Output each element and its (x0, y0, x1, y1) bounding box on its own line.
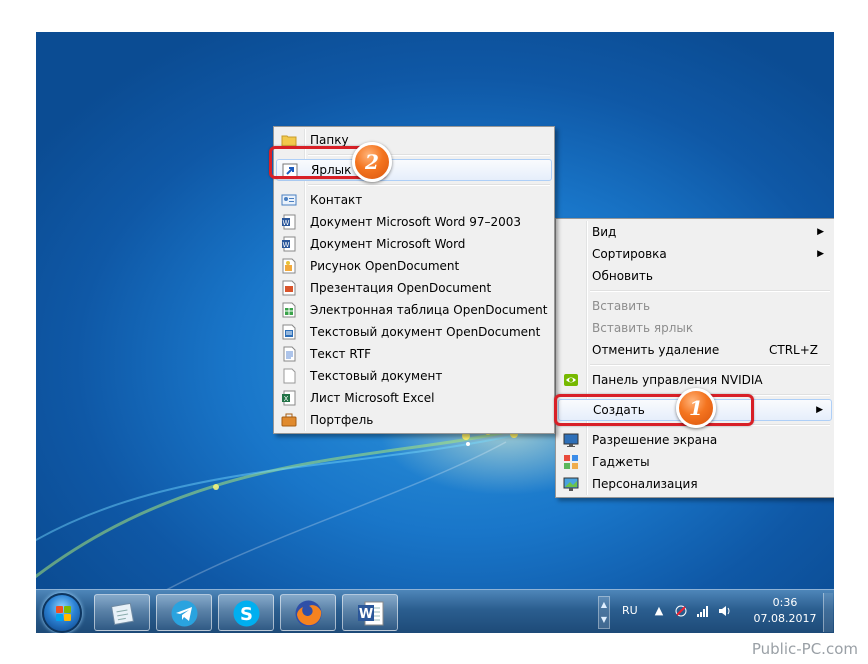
word-docx-icon: W (282, 236, 296, 252)
notes-icon (110, 602, 134, 626)
menu-item-label: Вид (592, 225, 617, 239)
submenu-item-excel[interactable]: X Лист Microsoft Excel (276, 387, 552, 409)
skype-icon: S (233, 600, 260, 627)
start-button[interactable] (42, 593, 82, 633)
taskbar-notes[interactable] (94, 594, 150, 631)
step-badge-2: 2 (352, 142, 392, 182)
briefcase-icon (281, 413, 297, 427)
tray-scroll-up-icon[interactable]: ▲ ▼ (598, 596, 610, 629)
network-icon[interactable] (674, 604, 688, 618)
show-desktop-button[interactable] (823, 593, 833, 632)
clock-time: 0:36 (772, 596, 798, 609)
submenu-item-briefcase[interactable]: Портфель (276, 409, 552, 431)
menu-separator (558, 361, 832, 369)
submenu-item-rtf[interactable]: Текст RTF (276, 343, 552, 365)
word-icon: W (358, 601, 384, 626)
menu-item-label: Папку (310, 133, 349, 147)
submenu-item-word97[interactable]: W Документ Microsoft Word 97–2003 (276, 211, 552, 233)
personalize-icon (563, 477, 579, 491)
taskbar: S W ▲ ▼ RU ▲ 0:36 07.08.2017 (36, 589, 834, 633)
desktop[interactable]: Вид ▶ Сортировка ▶ Обновить Вставить Встав… (36, 32, 834, 633)
menu-item-screen-resolution[interactable]: Разрешение экрана (558, 429, 832, 451)
menu-item-view[interactable]: Вид ▶ (558, 221, 832, 243)
menu-item-label: Документ Microsoft Word 97–2003 (310, 215, 522, 229)
taskbar-word[interactable]: W (342, 594, 398, 631)
submenu-item-word[interactable]: W Документ Microsoft Word (276, 233, 552, 255)
odp-icon (282, 280, 296, 296)
menu-item-label: Текстовый документ OpenDocument (310, 325, 541, 339)
rtf-icon (283, 346, 296, 362)
menu-item-label: Гаджеты (592, 455, 650, 469)
menu-separator (276, 181, 552, 189)
menu-item-label: Контакт (310, 193, 363, 207)
menu-item-label: Документ Microsoft Word (310, 237, 466, 251)
menu-item-paste-shortcut[interactable]: Вставить ярлык (558, 317, 832, 339)
svg-text:W: W (283, 219, 290, 227)
menu-item-label: Сортировка (592, 247, 667, 261)
menu-item-gadgets[interactable]: Гаджеты (558, 451, 832, 473)
nvidia-icon (564, 374, 578, 386)
submenu-item-odt[interactable]: Текстовый документ OpenDocument (276, 321, 552, 343)
submenu-arrow-icon: ▶ (817, 249, 824, 259)
language-indicator[interactable]: RU (622, 604, 638, 617)
firefox-icon (295, 600, 322, 627)
shortcut-text: CTRL+Z (768, 343, 818, 357)
svg-text:W: W (283, 241, 290, 249)
menu-item-label: Персонализация (592, 477, 698, 491)
menu-item-label: Текст RTF (310, 347, 372, 361)
excel-icon: X (282, 390, 296, 406)
volume-icon[interactable] (718, 604, 732, 618)
menu-item-label: Лист Microsoft Excel (310, 391, 435, 405)
taskbar-clock[interactable]: 0:36 07.08.2017 (748, 595, 822, 627)
submenu-item-ods[interactable]: Электронная таблица OpenDocument (276, 299, 552, 321)
menu-separator (558, 287, 832, 295)
menu-item-label: Отменить удаление (592, 343, 720, 357)
clock-date: 07.08.2017 (753, 612, 817, 625)
telegram-icon (171, 600, 198, 627)
menu-item-label: Вставить (592, 299, 651, 313)
windows-logo-icon (56, 606, 72, 622)
watermark-text: Public-PC.com (751, 640, 858, 658)
submenu-arrow-icon: ▶ (817, 227, 824, 237)
menu-item-label: Презентация OpenDocument (310, 281, 492, 295)
odg-icon (282, 258, 296, 274)
taskbar-firefox[interactable] (280, 594, 336, 631)
menu-item-label: Панель управления NVIDIA (592, 373, 763, 387)
show-hidden-icons-icon[interactable]: ▲ (652, 604, 666, 618)
step-badge-1: 1 (676, 388, 716, 428)
odt-icon (282, 324, 296, 340)
menu-item-label: Портфель (310, 413, 374, 427)
menu-item-label: Текстовый документ (310, 369, 443, 383)
ods-icon (282, 302, 296, 318)
taskbar-skype[interactable]: S (218, 594, 274, 631)
menu-item-label: Разрешение экрана (592, 433, 718, 447)
svg-text:X: X (284, 395, 289, 403)
menu-item-undo-delete[interactable]: Отменить удаление CTRL+Z (558, 339, 832, 361)
menu-item-refresh[interactable]: Обновить (558, 265, 832, 287)
display-icon (563, 433, 579, 447)
highlight-frame-create (554, 394, 754, 426)
submenu-item-txt[interactable]: Текстовый документ (276, 365, 552, 387)
menu-item-label: Рисунок OpenDocument (310, 259, 460, 273)
menu-item-paste[interactable]: Вставить (558, 295, 832, 317)
gadgets-icon (564, 455, 578, 469)
menu-item-label: Электронная таблица OpenDocument (310, 303, 548, 317)
menu-item-label: Вставить ярлык (592, 321, 694, 335)
menu-item-sort[interactable]: Сортировка ▶ (558, 243, 832, 265)
submenu-item-odg[interactable]: Рисунок OpenDocument (276, 255, 552, 277)
signal-strength-icon[interactable] (696, 604, 710, 618)
taskbar-telegram[interactable] (156, 594, 212, 631)
submenu-item-contact[interactable]: Контакт (276, 189, 552, 211)
submenu-item-odp[interactable]: Презентация OpenDocument (276, 277, 552, 299)
contact-icon (281, 194, 297, 206)
desktop-context-menu: Вид ▶ Сортировка ▶ Обновить Вставить Встав… (555, 218, 834, 498)
menu-item-personalize[interactable]: Персонализация (558, 473, 832, 495)
svg-text:S: S (240, 604, 253, 625)
menu-item-label: Обновить (592, 269, 653, 283)
txt-icon (283, 368, 296, 384)
submenu-arrow-icon: ▶ (816, 405, 823, 415)
word-doc-icon: W (282, 214, 296, 230)
svg-text:W: W (359, 607, 373, 622)
